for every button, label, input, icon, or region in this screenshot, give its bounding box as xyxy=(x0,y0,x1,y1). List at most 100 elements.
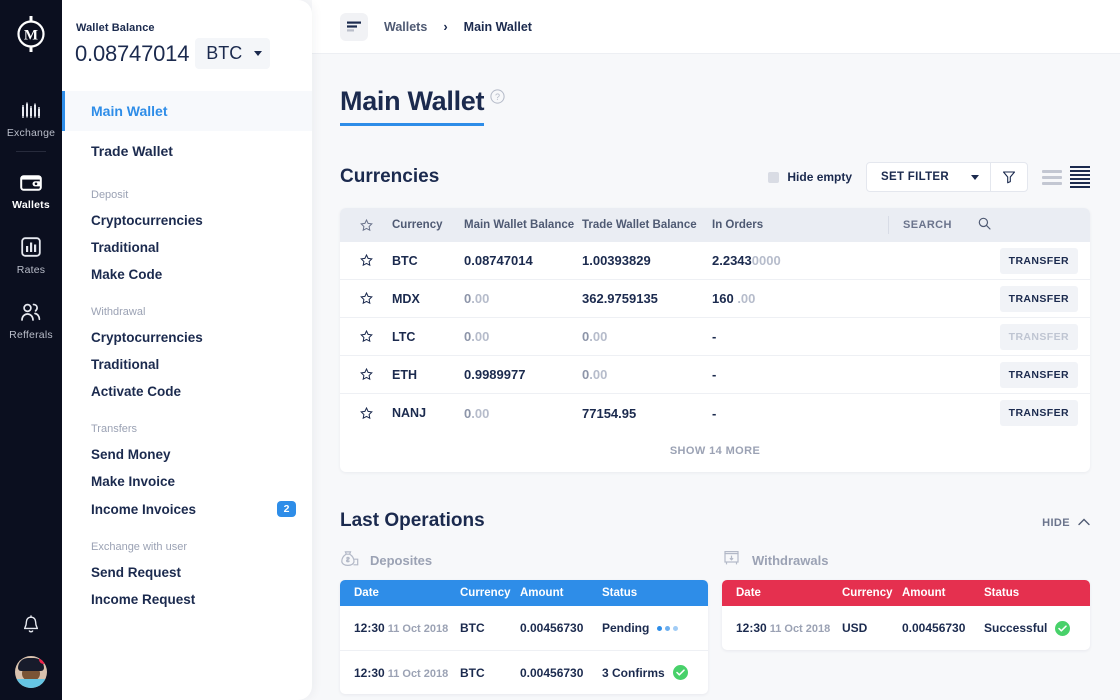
breadcrumb-separator: › xyxy=(443,19,448,34)
cell-actions: TRANSFER xyxy=(998,285,1090,312)
favorite-star-icon[interactable] xyxy=(340,368,392,381)
cell-currency: USD xyxy=(842,621,868,635)
main-area: Wallets › Main Wallet Main Wallet ? Curr… xyxy=(312,0,1120,700)
deposits-card: Date Currency Amount Status 12:30 11 Oct … xyxy=(340,580,708,694)
sidebar-item-label: Send Money xyxy=(91,447,171,462)
hamburger-menu-icon[interactable] xyxy=(340,12,368,41)
nav-group-exchange-with-user: Exchange with user Send Request Income R… xyxy=(62,541,312,613)
magnifier-icon[interactable] xyxy=(978,217,991,233)
deposits-table-header: Date Currency Amount Status xyxy=(340,580,708,606)
sidebar-item-withdrawal-cryptocurrencies[interactable]: Cryptocurrencies xyxy=(62,324,312,351)
sidebar-item-rates[interactable]: Rates xyxy=(0,221,62,286)
transfer-button[interactable]: TRANSFER xyxy=(999,361,1078,388)
cell-actions: TRANSFER xyxy=(998,400,1090,426)
star-outline-icon[interactable] xyxy=(340,218,392,232)
cell-currency: BTC xyxy=(460,621,485,635)
sidebar-item-withdrawal-traditional[interactable]: Traditional xyxy=(62,351,312,378)
deposits-label: Deposites xyxy=(370,552,433,568)
filter-funnel-icon[interactable] xyxy=(990,163,1027,191)
hide-empty-toggle[interactable]: Hide empty xyxy=(768,170,852,184)
breadcrumb-main-wallet[interactable]: Main Wallet xyxy=(464,20,532,34)
topbar: Wallets › Main Wallet xyxy=(312,0,1120,54)
sidebar-item-send-money[interactable]: Send Money xyxy=(62,441,312,468)
table-row[interactable]: BTC 0.08747014 1.00393829 2.23430000 TRA… xyxy=(340,242,1090,280)
sidebar-item-exchange[interactable]: Exchange xyxy=(0,84,62,149)
bar-chart-square-icon xyxy=(21,235,41,257)
transfer-button[interactable]: TRANSFER xyxy=(999,247,1078,274)
favorite-star-icon[interactable] xyxy=(340,330,392,343)
compact-view-icon[interactable] xyxy=(1070,166,1090,188)
cell-main-balance: 0.00 xyxy=(464,329,490,344)
avatar[interactable] xyxy=(15,656,47,688)
sidebar-item-deposit-cryptocurrencies[interactable]: Cryptocurrencies xyxy=(62,207,312,234)
sidebar-item-label: Make Invoice xyxy=(91,474,176,489)
bell-icon[interactable] xyxy=(22,615,40,640)
breadcrumb-wallets[interactable]: Wallets xyxy=(384,20,427,34)
sidebar-item-label: Refferals xyxy=(9,329,53,341)
table-row[interactable]: 12:30 11 Oct 2018 BTC 0.00456730 3 Confir… xyxy=(340,650,708,694)
sidebar-item-main-wallet[interactable]: Main Wallet xyxy=(62,91,312,131)
chart-bars-icon xyxy=(21,98,41,120)
column-currency: Currency xyxy=(392,219,443,231)
transfer-button[interactable]: TRANSFER xyxy=(999,285,1078,312)
nav-group-transfers: Transfers Send Money Make Invoice Income… xyxy=(62,423,312,523)
rail-divider xyxy=(16,151,46,152)
table-row[interactable]: LTC 0.00 0.00 - TRANSFER xyxy=(340,318,1090,356)
operations-section-header: Last Operations HIDE xyxy=(340,510,1090,532)
sidebar-item-trade-wallet[interactable]: Trade Wallet xyxy=(62,131,312,171)
table-row[interactable]: NANJ 0.00 77154.95 - TRANSFER xyxy=(340,394,1090,432)
cell-in-orders: - xyxy=(712,405,717,421)
rail-bottom-group xyxy=(15,615,47,700)
sidebar-item-income-invoices[interactable]: Income Invoices 2 xyxy=(62,495,312,523)
column-trade-balance: Trade Wallet Balance xyxy=(582,219,697,231)
show-more-button[interactable]: SHOW 14 MORE xyxy=(340,432,1090,472)
m-emblem-logo-icon[interactable]: M xyxy=(9,12,53,56)
cell-actions: TRANSFER xyxy=(998,361,1090,388)
sidebar-item-income-request[interactable]: Income Request xyxy=(62,586,312,613)
currencies-controls: Hide empty SET FILTER xyxy=(768,162,1090,192)
column-status: Status xyxy=(602,587,638,599)
favorite-star-icon[interactable] xyxy=(340,406,392,420)
transfer-button[interactable]: TRANSFER xyxy=(999,400,1078,426)
chevron-up-icon xyxy=(1078,517,1090,529)
currency-selector[interactable]: BTC xyxy=(195,38,271,69)
question-circle-icon[interactable]: ? xyxy=(490,89,505,109)
table-row[interactable]: 12:30 11 Oct 2018 BTC 0.00456730 Pending xyxy=(340,606,708,650)
cell-main-balance: 0.08747014 xyxy=(464,253,533,268)
sidebar-item-make-code[interactable]: Make Code xyxy=(62,261,312,288)
favorite-star-icon[interactable] xyxy=(340,292,392,305)
chevron-down-icon xyxy=(254,51,263,56)
withdrawals-column: Withdrawals Date Currency Amount Status … xyxy=(722,550,1090,694)
svg-text:M: M xyxy=(24,28,38,44)
sidebar-item-make-invoice[interactable]: Make Invoice xyxy=(62,468,312,495)
cell-trade-balance: 362.9759135 xyxy=(582,291,658,306)
set-filter-button[interactable]: SET FILTER xyxy=(867,163,990,191)
hide-empty-checkbox[interactable] xyxy=(768,171,780,183)
view-toggles xyxy=(1042,166,1090,188)
rail-nav-list: Exchange Wallets Rates Refferals xyxy=(0,84,62,351)
people-icon xyxy=(20,300,42,322)
sidebar-item-send-request[interactable]: Send Request xyxy=(62,559,312,586)
sidebar-item-activate-code[interactable]: Activate Code xyxy=(62,378,312,405)
page-content: Main Wallet ? Currencies Hide empty SET … xyxy=(312,54,1120,700)
currencies-section-header: Currencies Hide empty SET FILTER xyxy=(340,162,1090,192)
currencies-search[interactable]: SEARCH xyxy=(888,216,998,234)
hide-operations-button[interactable]: HIDE xyxy=(1042,517,1090,529)
sidebar-item-wallets[interactable]: Wallets xyxy=(0,156,62,221)
sidebar-item-label: Income Invoices xyxy=(91,501,197,517)
favorite-star-icon[interactable] xyxy=(340,254,392,267)
list-view-icon[interactable] xyxy=(1042,169,1062,185)
set-filter-label: SET FILTER xyxy=(881,171,949,183)
column-status: Status xyxy=(984,587,1020,599)
nav-group-title: Withdrawal xyxy=(91,306,146,318)
withdrawals-table-header: Date Currency Amount Status xyxy=(722,580,1090,606)
sidebar-item-deposit-traditional[interactable]: Traditional xyxy=(62,234,312,261)
operations-title: Last Operations xyxy=(340,510,485,531)
table-row[interactable]: 12:30 11 Oct 2018 USD 0.00456730 Successf… xyxy=(722,606,1090,650)
table-row[interactable]: ETH 0.9989977 0.00 - TRANSFER xyxy=(340,356,1090,394)
cell-amount: 0.00456730 xyxy=(902,621,966,635)
table-row[interactable]: MDX 0.00 362.9759135 160 .00 TRANSFER xyxy=(340,280,1090,318)
column-amount: Amount xyxy=(520,587,564,599)
sidebar-item-refferals[interactable]: Refferals xyxy=(0,286,62,351)
withdrawals-label: Withdrawals xyxy=(752,552,829,568)
